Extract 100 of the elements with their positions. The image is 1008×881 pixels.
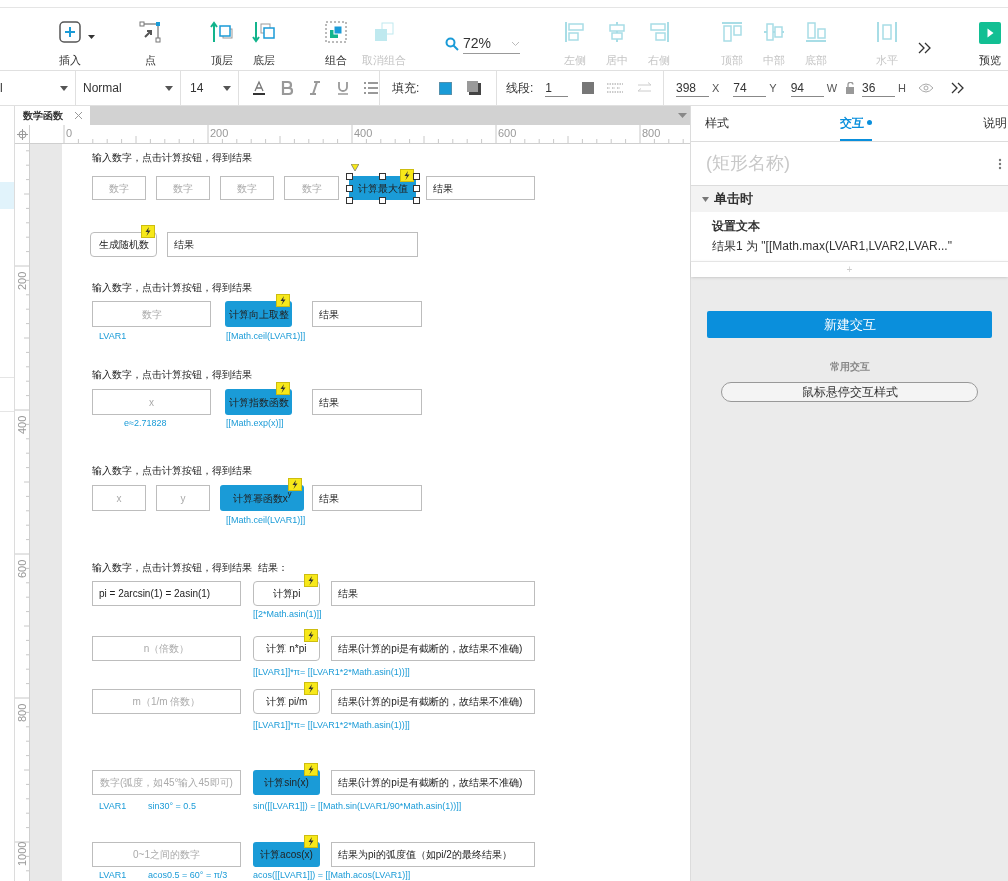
lightning-icon	[288, 478, 302, 491]
fill-label: 填充:	[392, 80, 420, 97]
dropdown[interactable]: Normal	[76, 71, 180, 105]
instruction-text: 输入数字，点击计算按钮，得到结果	[92, 152, 252, 164]
input-field[interactable]: 398	[676, 79, 709, 97]
canvas-button[interactable]: 计算pi	[253, 581, 320, 606]
input-field[interactable]: 94	[790, 79, 824, 97]
shadow-icon[interactable]	[467, 81, 482, 95]
result-field[interactable]: 结果	[312, 301, 422, 327]
result-field[interactable]: 结果	[312, 389, 422, 415]
canvas-button[interactable]: 计算向上取整	[225, 301, 292, 327]
caret-icon[interactable]	[223, 85, 231, 91]
insert-icon	[58, 20, 82, 44]
ruler-label: 600	[498, 127, 517, 139]
canvas-button[interactable]: 计算acos(x)	[253, 842, 320, 867]
preview-button[interactable]: 预览	[973, 8, 1006, 67]
input-field[interactable]: 74	[733, 79, 767, 97]
lightning-icon	[276, 294, 290, 307]
text-color-icon[interactable]	[251, 80, 267, 96]
result-field[interactable]: 结果(计算的pi是有截断的，故结果不准确)	[331, 689, 535, 714]
result-field[interactable]: 结果为pi的弧度值（如pi/2的最终结果）	[331, 842, 535, 867]
bold-icon[interactable]	[279, 80, 295, 96]
ruler-label: 200	[16, 271, 28, 290]
list-icon[interactable]	[363, 80, 379, 96]
field-label: Y	[769, 80, 777, 96]
hover-style-button[interactable]: 鼠标悬停交互样式	[721, 382, 978, 402]
toolbar-button[interactable]: 插入	[49, 8, 91, 67]
caret-icon[interactable]	[165, 85, 173, 91]
align-middle-icon	[762, 20, 786, 44]
more-icon[interactable]	[951, 82, 966, 94]
toolbar-button[interactable]: 点	[129, 8, 171, 67]
more-icon[interactable]	[918, 42, 932, 54]
selection-handle[interactable]	[379, 196, 386, 204]
new-interaction-button[interactable]: 新建交互	[707, 311, 992, 338]
underline-icon[interactable]	[335, 80, 351, 96]
canvas-button[interactable]: 生成随机数	[90, 232, 157, 257]
panel-tab[interactable]: 说明	[983, 106, 1007, 141]
result-field[interactable]: 结果(计算的pi是有截断的，故结果不准确)	[331, 770, 535, 795]
chevron-down-icon	[511, 40, 520, 47]
align-right-icon	[647, 20, 671, 44]
crosshair-icon[interactable]	[16, 128, 28, 140]
caret-down-icon[interactable]	[702, 195, 709, 203]
canvas-button[interactable]: 计算sin(x)	[253, 770, 320, 795]
result-field[interactable]: 结果	[331, 581, 535, 606]
more-vertical-icon[interactable]	[998, 157, 1002, 170]
lightning-icon	[304, 574, 318, 587]
instruction-text: 输入数字，点击计算按钮，得到结果	[92, 369, 252, 381]
align-left-icon	[563, 20, 587, 44]
field-label: X	[712, 80, 720, 96]
line-label: 线段:	[506, 80, 534, 97]
ungroup-icon	[372, 20, 396, 44]
ruler-label: 800	[16, 703, 28, 722]
group-icon	[324, 20, 348, 44]
toolbar-button[interactable]: 底层	[243, 8, 285, 67]
toolbar-button[interactable]: 组合	[315, 8, 357, 67]
instruction-text: 输入数字，点击计算按钮，得到结果	[92, 465, 252, 477]
result-field[interactable]: 结果	[426, 176, 535, 200]
dropdown[interactable]: 14	[181, 71, 238, 105]
annotation-text: LVAR1	[99, 801, 127, 811]
dropdown[interactable]: l	[0, 71, 75, 105]
lock-icon[interactable]	[845, 82, 856, 94]
instruction-text: 输入数字，点击计算按钮，得到结果	[92, 282, 252, 294]
line-color-icon[interactable]	[582, 82, 595, 94]
result-field[interactable]: 结果	[167, 232, 418, 257]
event-header[interactable]: 单击时	[691, 186, 1008, 212]
section-label: 常用交互	[828, 360, 871, 374]
result-field[interactable]: 结果(计算的pi是有截断的，故结果不准确)	[331, 636, 535, 661]
ruler-label: 800	[642, 127, 661, 139]
canvas-button[interactable]: 计算 pi/m	[253, 689, 320, 714]
lightning-icon	[141, 225, 155, 238]
ruler-label: 0	[66, 127, 73, 139]
canvas-button[interactable]: 计算指数函数	[225, 389, 292, 415]
lightning-icon	[400, 169, 414, 182]
italic-icon[interactable]	[307, 80, 323, 96]
annotation-text: sin([[LVAR1]]) = [[Math.sin(LVAR1/90*Math.asin(1))]]	[253, 801, 462, 811]
point-icon	[138, 20, 162, 44]
input-field[interactable]: pi = 2arcsin(1) = 2asin(1)	[92, 581, 241, 606]
selection-handle[interactable]	[379, 172, 386, 180]
annotation-text: [[Math.ceil(LVAR1)]]	[226, 515, 306, 525]
canvas-button[interactable]: 计算 n*pi	[253, 636, 320, 661]
result-field[interactable]: 结果	[312, 485, 422, 511]
toolbar-button[interactable]: 顶层	[201, 8, 243, 67]
document-tab[interactable]: 数学函数	[15, 106, 90, 125]
lightning-icon	[304, 835, 318, 848]
ruler-label: 400	[16, 415, 28, 434]
annotation-text: e≈2.71828	[124, 418, 167, 428]
input-field[interactable]: 1	[545, 79, 569, 97]
canvas-button[interactable]: 计算幂函数x$^{y}$	[220, 485, 304, 511]
lightning-icon	[276, 382, 290, 395]
close-icon[interactable]	[75, 112, 82, 119]
caret-icon[interactable]	[88, 35, 95, 40]
search-icon	[445, 37, 459, 51]
fill-color-icon[interactable]	[439, 81, 453, 95]
panel-tab[interactable]: 样式	[705, 106, 729, 141]
input-field[interactable]: 36	[862, 79, 896, 97]
play-icon	[978, 22, 1001, 44]
ruler-label: 1000	[16, 841, 28, 866]
caret-icon[interactable]	[60, 85, 68, 91]
ruler-label: 600	[16, 559, 28, 578]
zoom-field[interactable]: 72%	[463, 34, 520, 54]
